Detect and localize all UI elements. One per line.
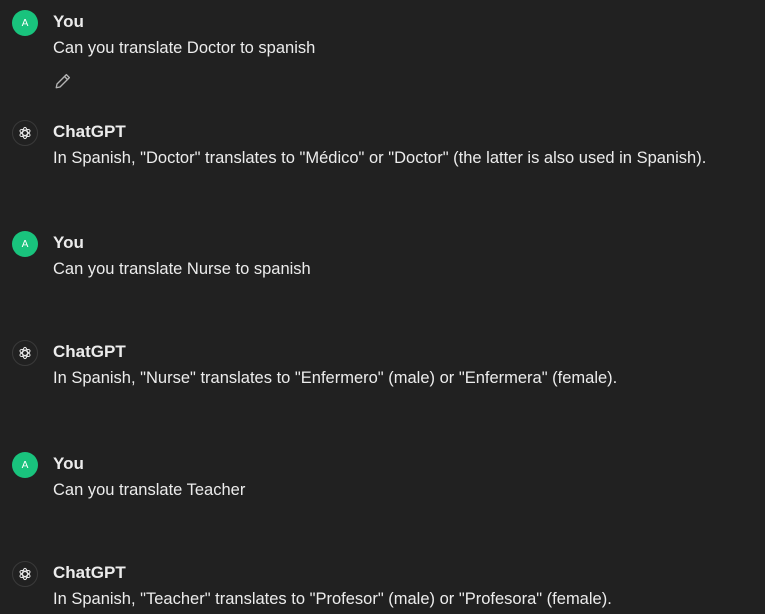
message-author: ChatGPT: [53, 563, 126, 582]
message-author: ChatGPT: [53, 342, 126, 361]
message-text: Can you translate Doctor to spanish: [53, 39, 316, 57]
openai-logo-icon: [12, 561, 38, 587]
pencil-icon[interactable]: [54, 72, 72, 90]
user-avatar: A: [12, 10, 38, 36]
message-author: You: [53, 233, 84, 252]
message-author: You: [53, 454, 84, 473]
message-text: In Spanish, "Nurse" translates to "Enfer…: [53, 369, 618, 387]
message-text: In Spanish, "Teacher" translates to "Pro…: [53, 590, 612, 608]
user-avatar: A: [12, 231, 38, 257]
user-avatar: A: [12, 452, 38, 478]
message-author: You: [53, 12, 84, 31]
message-text: In Spanish, "Doctor" translates to "Médi…: [53, 149, 707, 167]
message-text: Can you translate Teacher: [53, 481, 246, 499]
openai-logo-icon: [12, 120, 38, 146]
openai-logo-icon: [12, 340, 38, 366]
message-author: ChatGPT: [53, 122, 126, 141]
message-text: Can you translate Nurse to spanish: [53, 260, 311, 278]
